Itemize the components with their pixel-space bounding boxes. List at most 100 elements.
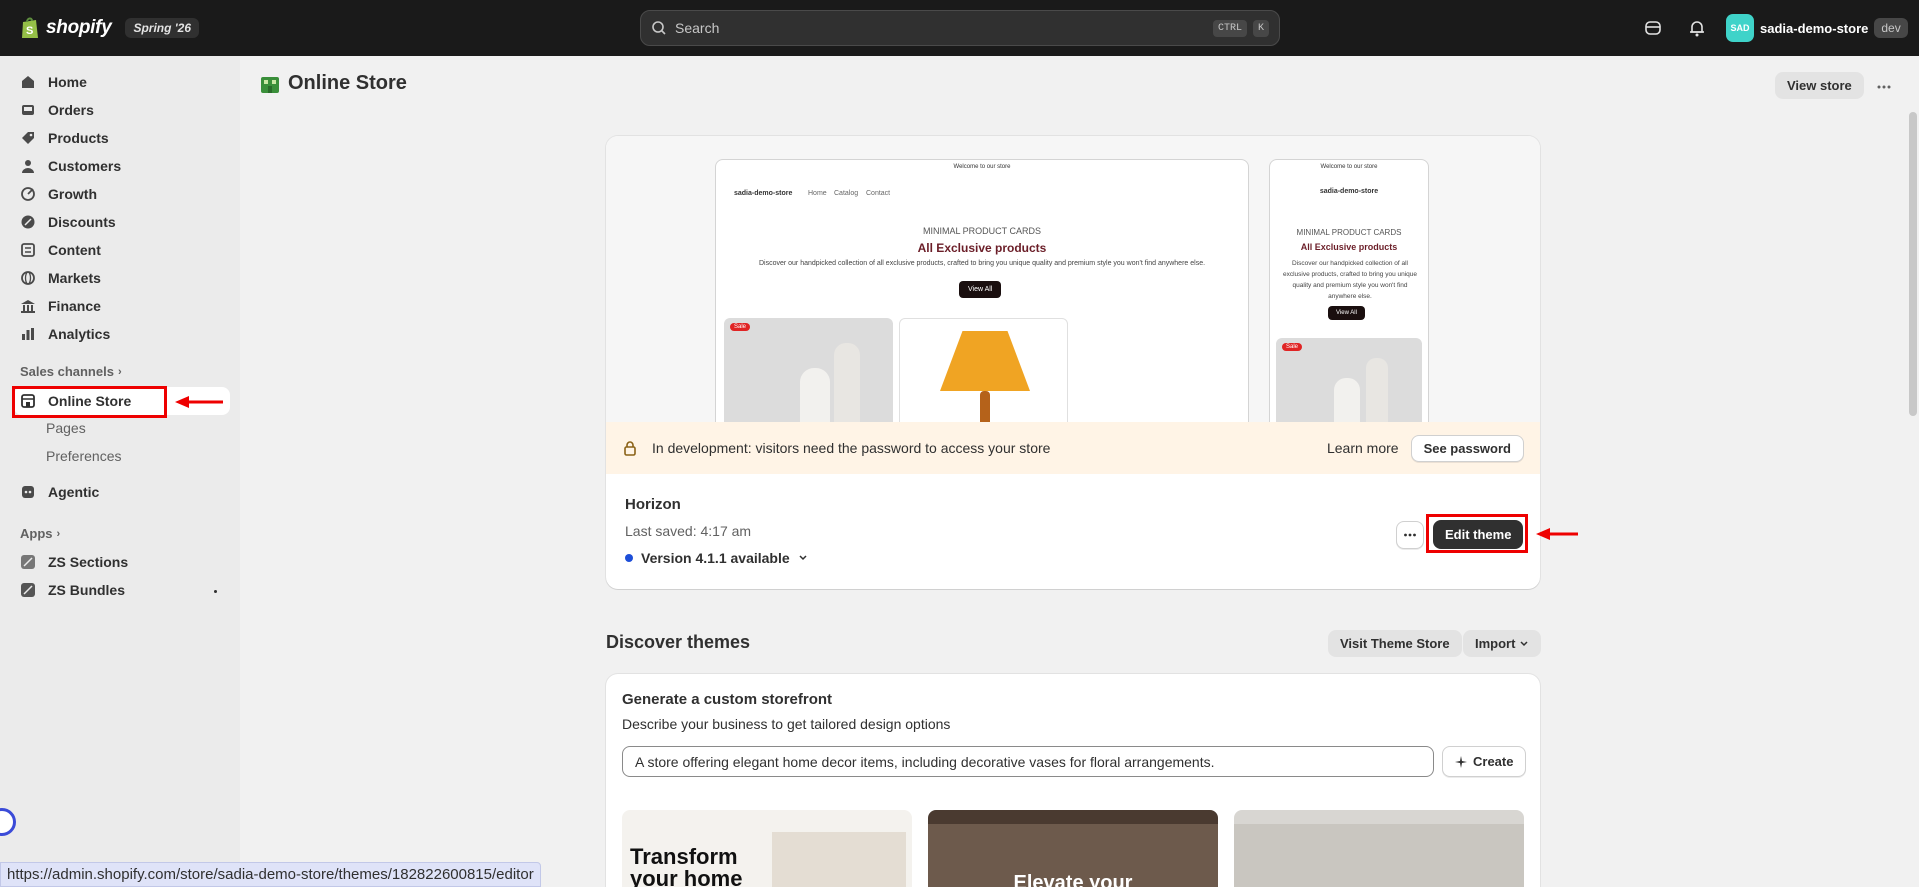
theme-name: Horizon — [625, 496, 681, 513]
highlight-online-store — [12, 386, 167, 418]
sidebar-item-label: Customers — [48, 158, 122, 174]
more-options-icon[interactable] — [1876, 79, 1892, 95]
page-header: Online Store — [260, 72, 407, 95]
inbox-icon — [22, 105, 34, 115]
sidebar-item-content[interactable]: Content — [20, 238, 101, 262]
theme-thumbnail-2[interactable]: Elevate your — [928, 810, 1218, 887]
discover-title: Discover themes — [606, 632, 751, 652]
shopify-bag-icon: S — [22, 17, 38, 38]
scrollbar[interactable] — [1909, 112, 1917, 416]
shortcut-ctrl: CTRL — [1212, 19, 1247, 37]
sales-channels-label: Sales channels — [20, 364, 114, 379]
mobile-preview: Welcome to our store sadia-demo-store MI… — [1269, 159, 1429, 422]
chevron-down-icon — [799, 555, 807, 561]
mobile-eyebrow: MINIMAL PRODUCT CARDS — [1296, 228, 1402, 237]
sidebar-item-customers[interactable]: Customers — [20, 154, 121, 178]
chevron-right-icon: › — [56, 527, 61, 540]
agentic-icon — [22, 486, 34, 498]
generate-title: Generate a custom storefront — [622, 691, 833, 708]
version-dropdown[interactable]: Version 4.1.1 available — [625, 550, 808, 566]
sidebar-item-pages[interactable]: Pages — [46, 420, 86, 436]
lock-icon — [624, 441, 636, 456]
theme-thumbnail-1[interactable]: Transform your home — [622, 810, 912, 887]
sidebar-item-growth[interactable]: Growth — [20, 182, 97, 206]
sidebar-item-analytics[interactable]: Analytics — [20, 322, 110, 346]
top-bar: S shopify Spring '26 Search CTRL K SAD s… — [0, 0, 1919, 56]
arrow-left-icon — [175, 396, 223, 408]
sidebar-item-zs-sections[interactable]: ZS Sections — [20, 550, 128, 574]
sidebar-item-label: Orders — [48, 102, 94, 118]
thumbnail-1-heading: Transform your home — [630, 844, 743, 887]
theme-preview[interactable]: Welcome to our store sadia-demo-store Ho… — [606, 136, 1540, 422]
sidebar-item-label: Agentic — [48, 484, 100, 500]
visit-theme-store-button[interactable]: Visit Theme Store — [1328, 630, 1462, 657]
sidebar-item-preferences[interactable]: Preferences — [46, 448, 121, 464]
see-password-button[interactable]: See password — [1410, 434, 1524, 462]
sidebar-item-agentic[interactable]: Agentic — [20, 480, 99, 504]
edition-badge: Spring '26 — [125, 18, 200, 38]
more-options-icon — [1404, 533, 1416, 537]
sidebar-item-label: Growth — [48, 186, 97, 202]
generate-subtitle: Describe your business to get tailored d… — [622, 716, 951, 732]
shopify-logo[interactable]: S shopify Spring '26 — [20, 16, 200, 40]
tag-icon — [22, 132, 34, 144]
svg-text:S: S — [26, 25, 33, 37]
development-banner: In development: visitors need the passwo… — [606, 422, 1540, 474]
bank-icon — [21, 300, 35, 313]
create-button[interactable]: Create — [1442, 746, 1527, 777]
preview-eyebrow: MINIMAL PRODUCT CARDS — [922, 226, 1041, 236]
import-button[interactable]: Import — [1463, 630, 1542, 657]
app-icon — [21, 583, 35, 597]
preview-sale-badge: Sale — [730, 323, 751, 331]
apps-label: Apps — [20, 526, 53, 541]
sidebar-item-label: Content — [48, 242, 101, 258]
sidebar-item-discounts[interactable]: Discounts — [20, 210, 116, 234]
thumbnail-2-heading: Elevate your — [1013, 872, 1133, 887]
sidebar-item-products[interactable]: Products — [20, 126, 109, 150]
sidebar-item-label: Discounts — [48, 214, 116, 230]
sidebar-item-finance[interactable]: Finance — [20, 294, 101, 318]
view-store-button[interactable]: View store — [1775, 72, 1864, 99]
preview-nav-catalog: Catalog — [834, 190, 859, 197]
desktop-preview: Welcome to our store sadia-demo-store Ho… — [715, 159, 1249, 422]
apps-heading[interactable]: Apps › — [20, 526, 60, 541]
bell-icon[interactable] — [1687, 18, 1707, 38]
store-menu[interactable]: SAD sadia-demo-store dev — [1726, 14, 1908, 42]
theme-actions-button[interactable] — [1396, 521, 1424, 549]
sidebar-item-orders[interactable]: Orders — [20, 98, 94, 122]
input-value: A store offering elegant home decor item… — [635, 753, 1215, 770]
discount-icon — [21, 215, 35, 229]
arrow-left-icon — [1536, 528, 1578, 540]
globe-icon — [21, 271, 35, 285]
highlight-edit-theme — [1426, 514, 1528, 553]
mobile-store-name: sadia-demo-store — [1319, 188, 1379, 195]
sidebar-item-label: Home — [48, 74, 87, 90]
preview-nav-home: Home — [808, 190, 827, 197]
theme-thumbnail-3[interactable] — [1234, 810, 1524, 887]
mobile-sale-badge: Sale — [1282, 343, 1303, 351]
mobile-cta: View All — [1328, 306, 1365, 320]
search-bar[interactable]: Search CTRL K — [640, 10, 1280, 46]
last-saved: Last saved: 4:17 am — [625, 523, 752, 539]
page-title: Online Store — [288, 72, 407, 94]
sales-channels-heading[interactable]: Sales channels › — [20, 364, 122, 379]
sidekick-icon[interactable] — [1643, 18, 1663, 38]
chevron-right-icon: › — [117, 365, 122, 378]
search-icon — [652, 21, 666, 35]
sidebar-item-label: Finance — [48, 298, 101, 314]
preview-heading: All Exclusive products — [917, 241, 1047, 255]
chevron-down-icon — [1520, 640, 1528, 646]
sidebar-item-zs-bundles[interactable]: ZS Bundles — [20, 578, 125, 602]
mobile-desc: Discover our handpicked collection of al… — [1282, 260, 1418, 300]
sidebar-item-home[interactable]: Home — [20, 70, 87, 94]
sidebar-item-markets[interactable]: Markets — [20, 266, 101, 290]
learn-more-link[interactable]: Learn more — [1327, 440, 1399, 456]
business-description-input[interactable]: A store offering elegant home decor item… — [622, 746, 1434, 777]
search-placeholder: Search — [675, 20, 720, 36]
status-dot — [625, 554, 633, 562]
dev-badge: dev — [1874, 18, 1908, 38]
preview-nav-contact: Contact — [866, 190, 891, 197]
thumbnail-3-image — [1234, 824, 1524, 887]
content-icon — [21, 243, 35, 257]
sidebar-item-label: Products — [48, 130, 109, 146]
